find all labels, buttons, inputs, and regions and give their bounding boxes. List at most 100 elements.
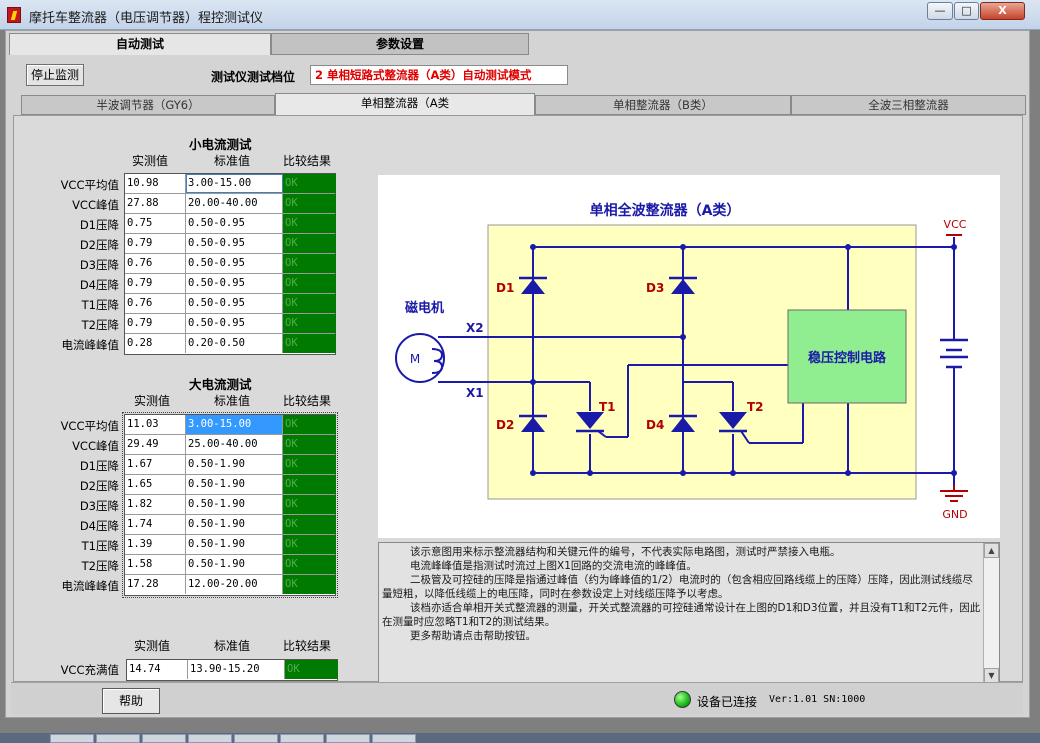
large-measured-cell[interactable]: 1.82 [125, 495, 186, 514]
large-result-cell: OK [283, 555, 336, 574]
small-measured-cell[interactable]: 0.79 [125, 234, 186, 253]
taskbar-item[interactable] [142, 734, 186, 743]
taskbar-item[interactable] [234, 734, 278, 743]
circuit-diagram: 单相全波整流器（A类） D1 D3 D2 D4 T1 T2 稳压控制电路 VCC… [378, 175, 1000, 538]
subtab-three-phase[interactable]: 全波三相整流器 [791, 95, 1026, 115]
small-standard-cell[interactable]: 0.50-0.95 [186, 214, 283, 233]
large-standard-cell[interactable]: 3.00-15.00 [186, 415, 283, 434]
small-measured-cell[interactable]: 0.76 [125, 254, 186, 273]
large-standard-cell[interactable]: 0.50-1.90 [186, 515, 283, 534]
scroll-up-icon[interactable]: ▲ [984, 543, 999, 558]
help-line: 二极管及可控硅的压降是指通过峰值（约为峰峰值的1/2）电流时的（包含相应回路线缆… [382, 574, 973, 600]
large-standard-cell[interactable]: 0.50-1.90 [186, 555, 283, 574]
large-measured-cell[interactable]: 29.49 [125, 435, 186, 454]
charge-header-result: 比较结果 [283, 639, 332, 653]
large-standard-cell[interactable]: 0.50-1.90 [186, 495, 283, 514]
scroll-down-icon[interactable]: ▼ [984, 668, 999, 683]
circuit-svg: 单相全波整流器（A类） D1 D3 D2 D4 T1 T2 稳压控制电路 VCC… [395, 202, 968, 521]
motor-symbol: M [410, 352, 420, 366]
large-standard-cell[interactable]: 0.50-1.90 [186, 455, 283, 474]
large-measured-cell[interactable]: 1.58 [125, 555, 186, 574]
close-button[interactable]: X [980, 2, 1025, 20]
version-info: Ver:1.01 SN:1000 [769, 694, 866, 705]
large-label-current-pp: 电流峰峰值 [61, 579, 120, 593]
small-standard-cell[interactable]: 0.50-0.95 [186, 254, 283, 273]
maximize-button[interactable]: □ [954, 2, 979, 20]
small-label-d4: D4压降 [79, 278, 119, 292]
stop-monitor-button[interactable]: 停止监测 [26, 64, 84, 86]
help-scrollbar[interactable]: ▲ ▼ [983, 543, 999, 683]
large-measured-cell[interactable]: 11.03 [125, 415, 186, 434]
small-label-current-pp: 电流峰峰值 [61, 338, 120, 352]
charge-standard-cell[interactable]: 13.90-15.20 [188, 660, 285, 679]
large-result-cell: OK [283, 495, 336, 514]
large-result-cell: OK [283, 415, 336, 434]
small-measured-cell[interactable]: 0.75 [125, 214, 186, 233]
small-current-title: 小电流测试 [189, 137, 252, 152]
large-label-d2: D2压降 [79, 479, 119, 493]
taskbar-item[interactable] [326, 734, 370, 743]
small-measured-cell[interactable]: 10.98 [125, 174, 186, 193]
large-standard-cell[interactable]: 12.00-20.00 [186, 575, 283, 594]
label-x1: X1 [466, 386, 484, 400]
help-line: 电流峰峰值是指测试时流过上图X1回路的交流电流的峰峰值。 [410, 560, 697, 572]
large-measured-cell[interactable]: 1.67 [125, 455, 186, 474]
table-row: 0.79 0.50-0.95 OK [125, 274, 336, 294]
small-result-cell: OK [283, 214, 336, 233]
small-label-t2: T2压降 [81, 318, 119, 332]
small-label-d2: D2压降 [79, 238, 119, 252]
help-button[interactable]: 帮助 [102, 688, 160, 714]
large-header-standard: 标准值 [214, 394, 251, 408]
minimize-button[interactable]: — [927, 2, 953, 20]
taskbar-item[interactable] [280, 734, 324, 743]
large-measured-cell[interactable]: 1.39 [125, 535, 186, 554]
small-standard-cell[interactable]: 0.50-0.95 [186, 314, 283, 333]
help-textarea[interactable]: 该示意图用来标示整流器结构和关键元件的编号，不代表实际电路图，测试时严禁接入电瓶… [378, 542, 1000, 684]
large-standard-cell[interactable]: 0.50-1.90 [186, 475, 283, 494]
large-label-t1: T1压降 [81, 539, 119, 553]
charge-result-cell: OK [285, 660, 338, 679]
taskbar-item[interactable] [50, 734, 94, 743]
large-standard-cell[interactable]: 25.00-40.00 [186, 435, 283, 454]
small-standard-cell[interactable]: 0.50-0.95 [186, 294, 283, 313]
taskbar-item[interactable] [372, 734, 416, 743]
table-row: 1.39 0.50-1.90 OK [125, 535, 336, 555]
small-standard-cell[interactable]: 0.20-0.50 [186, 334, 283, 353]
subtab-half-wave[interactable]: 半波调节器（GY6） [21, 95, 275, 115]
small-label-d1: D1压降 [79, 218, 119, 232]
table-row: 1.74 0.50-1.90 OK [125, 515, 336, 535]
small-measured-cell[interactable]: 0.28 [125, 334, 186, 353]
small-measured-cell[interactable]: 0.76 [125, 294, 186, 313]
table-row: 1.58 0.50-1.90 OK [125, 555, 336, 575]
table-row: 0.75 0.50-0.95 OK [125, 214, 336, 234]
tab-param-settings[interactable]: 参数设置 [271, 33, 529, 55]
small-measured-cell[interactable]: 0.79 [125, 274, 186, 293]
table-row: 14.74 13.90-15.20 OK [127, 660, 338, 680]
help-line: 更多帮助请点击帮助按钮。 [410, 630, 536, 642]
help-line: 该示意图用来标示整流器结构和关键元件的编号，不代表实际电路图，测试时严禁接入电瓶… [410, 546, 841, 558]
large-measured-cell[interactable]: 17.28 [125, 575, 186, 594]
tab-auto-test[interactable]: 自动测试 [9, 33, 271, 55]
taskbar-item[interactable] [188, 734, 232, 743]
small-result-cell: OK [283, 294, 336, 313]
table-row: 11.03 3.00-15.00 OK [125, 415, 336, 435]
charge-label: VCC充满值 [60, 663, 119, 677]
charge-measured-cell[interactable]: 14.74 [127, 660, 188, 679]
large-measured-cell[interactable]: 1.74 [125, 515, 186, 534]
small-measured-cell[interactable]: 0.79 [125, 314, 186, 333]
small-standard-cell[interactable]: 0.50-0.95 [186, 274, 283, 293]
small-standard-cell[interactable]: 3.00-15.00 [186, 174, 283, 193]
subtab-single-phase-b[interactable]: 单相整流器（B类） [535, 95, 791, 115]
small-result-cell: OK [283, 234, 336, 253]
taskbar-item[interactable] [96, 734, 140, 743]
small-standard-cell[interactable]: 0.50-0.95 [186, 234, 283, 253]
large-measured-cell[interactable]: 1.65 [125, 475, 186, 494]
large-standard-cell[interactable]: 0.50-1.90 [186, 535, 283, 554]
small-standard-cell[interactable]: 20.00-40.00 [186, 194, 283, 213]
charge-header-measured: 实测值 [134, 639, 171, 653]
subtab-single-phase-a[interactable]: 单相整流器（A类 [275, 93, 535, 115]
small-header-measured: 实测值 [132, 154, 169, 168]
table-row: 1.67 0.50-1.90 OK [125, 455, 336, 475]
small-measured-cell[interactable]: 27.88 [125, 194, 186, 213]
large-result-cell: OK [283, 455, 336, 474]
